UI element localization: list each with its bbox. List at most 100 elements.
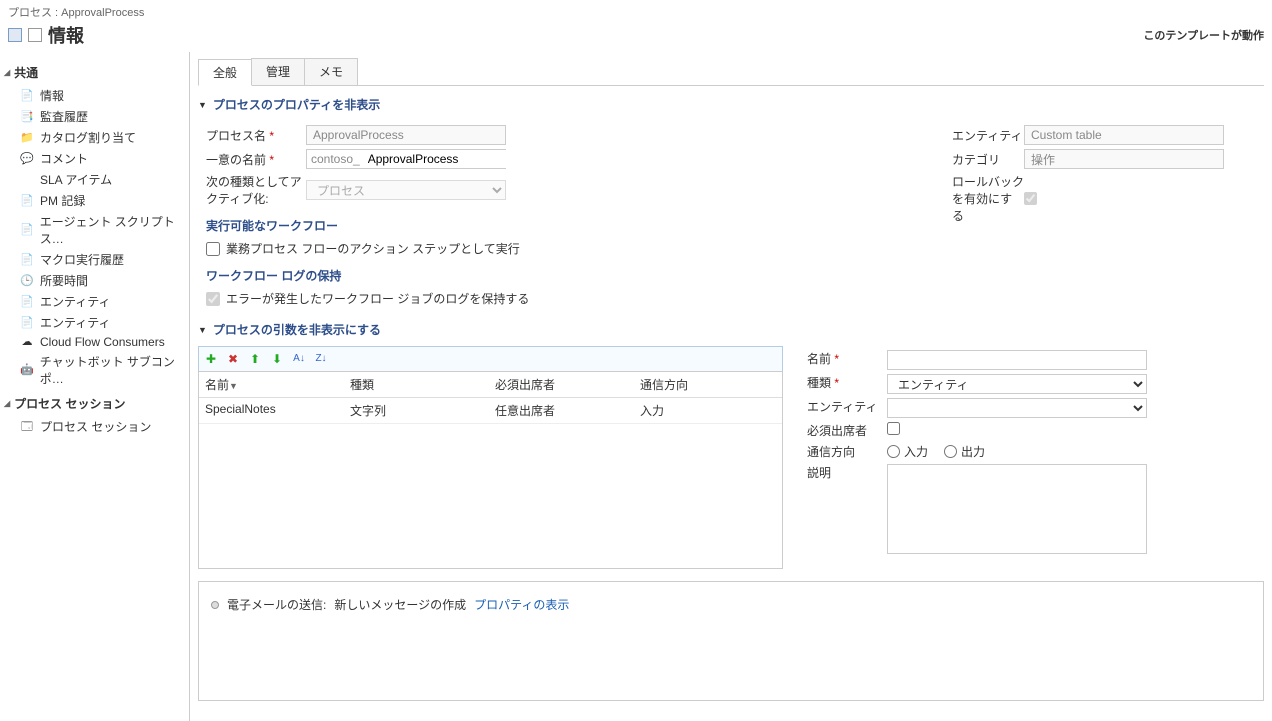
executable-workflow-header: 実行可能なワークフロー: [206, 217, 798, 234]
workflow-log-header: ワークフロー ログの保持: [206, 267, 798, 284]
sidebar-item-label: プロセス セッション: [40, 418, 151, 435]
sidebar-item-label: エージェント スクリプト ス…: [40, 213, 185, 247]
arg-entity-select[interactable]: [887, 398, 1147, 418]
args-cell: 文字列: [350, 402, 495, 419]
sidebar-item-common-8[interactable]: 🕒所要時間: [4, 270, 185, 291]
sidebar-item-common-2[interactable]: 📁 カタログ割り当て: [4, 127, 185, 148]
activate-as-label: 次の種類としてアクティブ化:: [206, 173, 306, 207]
col-required[interactable]: 必須出席者: [495, 376, 640, 393]
sidebar-item-common-12[interactable]: 🤖 チャットボット サブコンポ…: [4, 351, 185, 389]
process-name-input[interactable]: [306, 125, 506, 145]
sidebar-item-label: Cloud Flow Consumers: [40, 335, 165, 349]
info-icon: [28, 28, 42, 42]
args-cell: 任意出席者: [495, 402, 640, 419]
sidebar-item-common-7[interactable]: 📄 マクロ実行履歴: [4, 249, 185, 270]
sidebar-item-label: コメント: [40, 150, 88, 167]
sidebar-item-icon: 📄: [20, 316, 34, 330]
sidebar-item-icon: 📄: [20, 89, 34, 103]
sidebar-group-process-session[interactable]: プロセス セッション: [4, 395, 185, 412]
sidebar-item-label: 情報: [40, 87, 64, 104]
sidebar-item-label: SLA アイテム: [40, 171, 112, 188]
unique-name-input[interactable]: [364, 150, 527, 168]
sidebar-item-icon: 📑: [20, 110, 34, 124]
sidebar-item-label: カタログ割り当て: [40, 129, 136, 146]
move-down-button[interactable]: ⬇: [269, 351, 285, 367]
step-action-text: 新しいメッセージの作成: [334, 596, 466, 613]
sidebar-item-label: エンティティ: [40, 314, 111, 331]
arg-entity-label: エンティティ: [807, 398, 887, 415]
exec-as-bpf-step-checkbox[interactable]: [206, 242, 220, 256]
retain-error-log-checkbox[interactable]: [206, 292, 220, 306]
template-status: このテンプレートが動作: [1143, 27, 1264, 43]
sidebar-item-icon: ☁: [20, 335, 34, 349]
category-label: カテゴリ: [952, 151, 1024, 168]
sidebar-item-label: PM 記録: [40, 192, 85, 209]
sidebar-item-common-10[interactable]: 📄 エンティティ: [4, 312, 185, 333]
delete-arg-button[interactable]: ✖: [225, 351, 241, 367]
entity-input: [1024, 125, 1224, 145]
col-direction[interactable]: 通信方向: [640, 376, 776, 393]
args-row-0[interactable]: SpecialNotes文字列任意出席者入力: [199, 398, 782, 424]
sidebar-item-common-9[interactable]: 📄エンティティ: [4, 291, 185, 312]
sidebar-item-common-0[interactable]: 📄 情報: [4, 85, 185, 106]
retain-error-log-label: エラーが発生したワークフロー ジョブのログを保持する: [226, 290, 529, 307]
sidebar-item-common-4[interactable]: SLA アイテム: [4, 169, 185, 190]
tabs: 全般管理メモ: [198, 58, 1264, 86]
unique-name-label: 一意の名前 *: [206, 151, 306, 168]
arg-direction-label: 通信方向: [807, 443, 887, 460]
sidebar-item-common-1[interactable]: 📑監査履歴: [4, 106, 185, 127]
page-title: 情報: [48, 22, 84, 48]
section-process-args[interactable]: プロセスの引数を非表示にする: [198, 321, 1264, 338]
args-grid: 名前▼ 種類 必須出席者 通信方向 SpecialNotes文字列任意出席者入力: [198, 372, 783, 569]
activate-as-select[interactable]: プロセス: [306, 180, 506, 200]
sidebar: 共通 📄情報📑監査履歴📁カタログ割り当て💬コメントSLA アイテム📄PM 記録📄…: [0, 52, 190, 721]
sidebar-item-icon: [20, 173, 34, 187]
arg-desc-label: 説明: [807, 464, 887, 481]
process-icon: [8, 28, 22, 42]
direction-output-radio[interactable]: [944, 445, 957, 458]
section-process-properties[interactable]: プロセスのプロパティを非表示: [198, 96, 1264, 113]
col-type[interactable]: 種類: [350, 376, 495, 393]
direction-input-radio[interactable]: [887, 445, 900, 458]
sidebar-item-label: 所要時間: [40, 272, 88, 289]
breadcrumb: プロセス : ApprovalProcess: [8, 4, 1264, 20]
args-cell: 入力: [640, 402, 776, 419]
sidebar-item-common-5[interactable]: 📄PM 記録: [4, 190, 185, 211]
step-properties-link[interactable]: プロパティの表示: [474, 596, 569, 613]
sidebar-item-label: マクロ実行履歴: [40, 251, 124, 268]
arg-desc-textarea[interactable]: [887, 464, 1147, 554]
tab-0[interactable]: 全般: [198, 59, 252, 86]
arg-type-select[interactable]: エンティティ: [887, 374, 1147, 394]
sidebar-item-common-6[interactable]: 📄 エージェント スクリプト ス…: [4, 211, 185, 249]
arg-name-input[interactable]: [887, 350, 1147, 370]
sidebar-item-common-3[interactable]: 💬コメント: [4, 148, 185, 169]
add-arg-button[interactable]: ✚: [203, 351, 219, 367]
steps-panel: 電子メールの送信: 新しいメッセージの作成 プロパティの表示: [198, 581, 1264, 701]
category-input: [1024, 149, 1224, 169]
step-action-label: 電子メールの送信:: [227, 596, 326, 613]
sidebar-item-label: チャットボット サブコンポ…: [40, 353, 185, 387]
sidebar-item-icon: 📄: [20, 253, 34, 267]
args-toolbar: ✚ ✖ ⬆ ⬇ A↓ Z↓: [198, 346, 783, 372]
sidebar-item-icon: 📄: [20, 223, 34, 237]
rollback-checkbox[interactable]: [1024, 192, 1037, 205]
unique-name-prefix: contoso_: [307, 150, 364, 168]
sidebar-item-label: エンティティ: [40, 293, 111, 310]
sidebar-item-session-0[interactable]: 🗔プロセス セッション: [4, 416, 185, 437]
sort-desc-button[interactable]: Z↓: [313, 351, 329, 367]
sidebar-item-common-11[interactable]: ☁ Cloud Flow Consumers: [4, 333, 185, 351]
sidebar-item-icon: 📁: [20, 131, 34, 145]
move-up-button[interactable]: ⬆: [247, 351, 263, 367]
tab-1[interactable]: 管理: [251, 58, 305, 85]
sort-asc-button[interactable]: A↓: [291, 351, 307, 367]
main-panel: 全般管理メモ プロセスのプロパティを非表示 プロセス名 * 一意の名前 * co…: [190, 58, 1272, 721]
tab-2[interactable]: メモ: [304, 58, 358, 85]
rollback-label: ロールバックを有効にする: [952, 173, 1024, 224]
step-bullet-icon: [211, 601, 219, 609]
arg-required-label: 必須出席者: [807, 422, 887, 439]
arg-required-checkbox[interactable]: [887, 422, 900, 435]
step-send-email[interactable]: 電子メールの送信: 新しいメッセージの作成 プロパティの表示: [207, 590, 1255, 619]
sidebar-item-icon: 🤖: [20, 363, 34, 377]
sidebar-group-common[interactable]: 共通: [4, 64, 185, 81]
col-name[interactable]: 名前▼: [205, 376, 350, 393]
